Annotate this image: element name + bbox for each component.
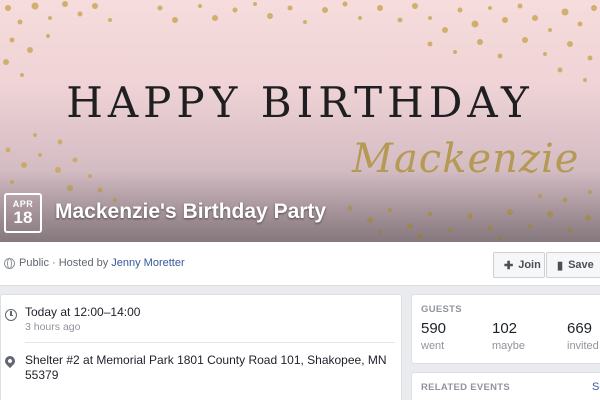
event-title: Mackenzie's Birthday Party xyxy=(55,200,327,223)
invited-stat[interactable]: 669 invited xyxy=(567,320,599,352)
guests-heading: GUESTS xyxy=(421,304,462,315)
event-location: Shelter #2 at Memorial Park 1801 County … xyxy=(25,353,387,382)
details-divider xyxy=(25,342,395,343)
event-time-relative: 3 hours ago xyxy=(25,321,81,333)
went-count: 590 xyxy=(421,320,447,337)
invited-count: 669 xyxy=(567,320,593,337)
host-link[interactable]: Jenny Moretter xyxy=(111,257,184,269)
maybe-label: maybe xyxy=(492,340,526,352)
event-cover-photo[interactable]: HAPPY BIRTHDAY Mackenzie APR 18 Mackenzi… xyxy=(0,0,600,242)
event-date-badge: APR 18 xyxy=(4,193,42,233)
went-label: went xyxy=(421,340,445,352)
event-details-card: Today at 12:00–14:00 3 hours ago Shelter… xyxy=(0,294,402,400)
related-events-card: RELATED EVENTS Se xyxy=(411,372,600,400)
date-day: 18 xyxy=(13,208,33,227)
maybe-count: 102 xyxy=(492,320,518,337)
bookmark-icon: ▮ xyxy=(557,259,564,272)
save-label: Save xyxy=(568,259,594,271)
join-label: Join xyxy=(518,259,541,271)
event-time: Today at 12:00–14:00 xyxy=(25,305,141,319)
join-button[interactable]: ✚ Join xyxy=(493,252,545,278)
see-all-link[interactable]: Se xyxy=(592,381,600,393)
cover-headline: HAPPY BIRTHDAY xyxy=(66,78,534,127)
pin-icon xyxy=(2,353,18,369)
went-stat[interactable]: 590 went xyxy=(421,320,446,352)
join-icon: ✚ xyxy=(504,259,514,272)
clock-icon xyxy=(5,309,17,321)
invited-label: invited xyxy=(567,340,599,352)
globe-icon xyxy=(4,257,15,269)
privacy-text: Public · Hosted by xyxy=(19,257,109,269)
host-info: Public · Hosted by Jenny Moretter xyxy=(4,257,185,269)
save-button[interactable]: ▮ Save xyxy=(546,252,600,278)
host-bar: Public · Hosted by Jenny Moretter ✚ Join… xyxy=(0,242,600,286)
maybe-stat[interactable]: 102 maybe xyxy=(492,320,525,352)
guests-card: GUESTS 590 went 102 maybe 669 invited xyxy=(411,294,600,364)
related-heading: RELATED EVENTS xyxy=(421,382,511,393)
